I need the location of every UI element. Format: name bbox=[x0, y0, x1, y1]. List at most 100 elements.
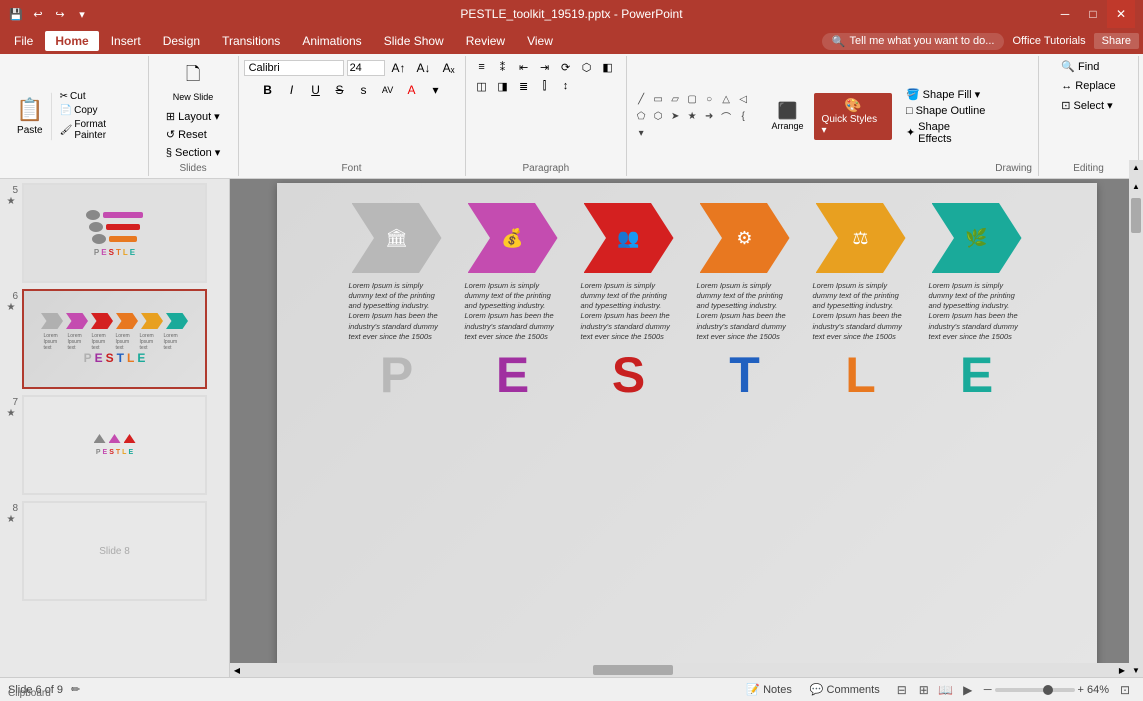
char-spacing-button[interactable]: AV bbox=[377, 80, 399, 100]
canvas-scroll-track[interactable] bbox=[1129, 193, 1143, 663]
zoom-out-button[interactable]: ─ bbox=[984, 684, 992, 696]
increase-indent-button[interactable]: ⇥ bbox=[535, 58, 555, 76]
align-left-button[interactable]: ◧ bbox=[598, 58, 618, 76]
menu-view[interactable]: View bbox=[517, 31, 563, 51]
canvas-hscrollbar[interactable]: ◀ ▶ bbox=[230, 663, 1129, 677]
bold-button[interactable]: B bbox=[257, 80, 279, 100]
canvas-hscroll-track[interactable] bbox=[246, 665, 1113, 675]
canvas-scrollbar[interactable]: ▲ ▼ bbox=[1129, 179, 1143, 677]
shape-arrow[interactable]: ➜ bbox=[701, 108, 717, 124]
zoom-slider[interactable] bbox=[995, 688, 1075, 692]
shape-more[interactable]: ▾ bbox=[633, 125, 649, 141]
slide-sorter-button[interactable]: ⊞ bbox=[914, 681, 934, 699]
quick-styles-button[interactable]: 🎨 Quick Styles ▾ bbox=[814, 93, 892, 140]
canvas-scroll-down[interactable]: ▼ bbox=[1129, 663, 1143, 677]
shape-rect2[interactable]: ▱ bbox=[667, 91, 683, 107]
slide-image-7[interactable]: P E S T L E bbox=[22, 395, 207, 495]
shape-outline-button[interactable]: □ Shape Outline bbox=[900, 104, 991, 118]
find-button[interactable]: 🔍 Find bbox=[1055, 58, 1121, 75]
numbering-button[interactable]: ⁑ bbox=[493, 58, 513, 76]
slide-canvas[interactable]: 🏛 Lorem Ipsum is simply dummy text of th… bbox=[277, 183, 1097, 673]
customize-icon[interactable]: ▾ bbox=[74, 6, 90, 22]
slide-image-5[interactable]: P E S T L E bbox=[22, 183, 207, 283]
menu-transitions[interactable]: Transitions bbox=[212, 31, 290, 51]
cols-button[interactable]: ⫿ bbox=[535, 77, 555, 95]
canvas-hscroll-left[interactable]: ◀ bbox=[230, 663, 244, 677]
shape-rtriangle[interactable]: ◁ bbox=[735, 91, 751, 107]
layout-button[interactable]: ⊞ Layout ▾ bbox=[161, 108, 225, 125]
bullets-button[interactable]: ≡ bbox=[472, 58, 492, 76]
slide-panel-scroll[interactable]: 5 ★ bbox=[0, 179, 229, 677]
shape-triangle[interactable]: △ bbox=[718, 91, 734, 107]
italic-button[interactable]: I bbox=[281, 80, 303, 100]
slide-thumb-8[interactable]: 8 ★ Slide 8 bbox=[4, 501, 225, 601]
menu-animations[interactable]: Animations bbox=[292, 31, 371, 51]
shape-curved[interactable]: ⌒ bbox=[718, 108, 734, 124]
maximize-button[interactable]: □ bbox=[1079, 0, 1107, 28]
share-button[interactable]: Share bbox=[1094, 33, 1139, 49]
shape-star[interactable]: ★ bbox=[684, 108, 700, 124]
align-right-button[interactable]: ◨ bbox=[493, 77, 513, 95]
cut-button[interactable]: ✂ Cut bbox=[56, 90, 144, 103]
section-button[interactable]: § Section ▾ bbox=[161, 144, 225, 161]
paste-button[interactable]: 📋 Paste bbox=[8, 92, 52, 141]
shape-line[interactable]: ╱ bbox=[633, 91, 649, 107]
shape-effects-button[interactable]: ✦ Shape Effects bbox=[900, 120, 991, 146]
center-button[interactable]: ◫ bbox=[472, 77, 492, 95]
slideshow-button[interactable]: ▶ bbox=[958, 681, 978, 699]
shape-pentagon[interactable]: ⬠ bbox=[633, 108, 649, 124]
zoom-thumb[interactable] bbox=[1043, 685, 1053, 695]
line-spacing-button[interactable]: ↕ bbox=[556, 77, 576, 95]
slide-thumb-6[interactable]: 6 ★ Lorem Ipsum te bbox=[4, 289, 225, 389]
reading-view-button[interactable]: 📖 bbox=[936, 681, 956, 699]
select-button[interactable]: ⊡ Select ▾ bbox=[1055, 97, 1121, 114]
font-name-input[interactable] bbox=[244, 60, 344, 76]
zoom-in-button[interactable]: + bbox=[1078, 684, 1084, 696]
clear-format-button[interactable]: Aₓ bbox=[438, 58, 460, 78]
shape-circle[interactable]: ○ bbox=[701, 91, 717, 107]
undo-icon[interactable]: ↩ bbox=[30, 6, 46, 22]
close-button[interactable]: ✕ bbox=[1107, 0, 1135, 28]
text-direction-button[interactable]: ⟳ bbox=[556, 58, 576, 76]
shape-chevron[interactable]: ➤ bbox=[667, 108, 683, 124]
notes-button[interactable]: 📝 Notes bbox=[740, 682, 797, 697]
comments-button[interactable]: 💬 Comments bbox=[804, 682, 886, 697]
copy-button[interactable]: 📄 Copy bbox=[56, 104, 144, 117]
strikethrough-button[interactable]: S bbox=[329, 80, 351, 100]
slide-thumb-7[interactable]: 7 ★ P E S T bbox=[4, 395, 225, 495]
underline-button[interactable]: U bbox=[305, 80, 327, 100]
redo-icon[interactable]: ↪ bbox=[52, 6, 68, 22]
format-painter-button[interactable]: 🖌 Format Painter bbox=[56, 118, 144, 142]
menu-design[interactable]: Design bbox=[153, 31, 210, 51]
new-slide-button[interactable]: 🗋 New Slide bbox=[168, 58, 219, 106]
decrease-font-button[interactable]: A↓ bbox=[413, 58, 435, 78]
canvas-hscroll-right[interactable]: ▶ bbox=[1115, 663, 1129, 677]
font-color-dropdown[interactable]: ▾ bbox=[425, 80, 447, 100]
canvas-scroll-up[interactable]: ▲ bbox=[1129, 179, 1143, 193]
reset-button[interactable]: ↺ Reset bbox=[161, 126, 225, 143]
save-icon[interactable]: 💾 bbox=[8, 6, 24, 22]
justify-button[interactable]: ≣ bbox=[514, 77, 534, 95]
menu-file[interactable]: File bbox=[4, 31, 43, 51]
slide-image-6[interactable]: Lorem Ipsum text Lorem Ipsum text Lorem … bbox=[22, 289, 207, 389]
menu-slideshow[interactable]: Slide Show bbox=[374, 31, 454, 51]
canvas-hscroll-thumb[interactable] bbox=[593, 665, 673, 675]
replace-button[interactable]: ↔ Replace bbox=[1055, 78, 1121, 94]
shape-round-rect[interactable]: ▢ bbox=[684, 91, 700, 107]
increase-font-button[interactable]: A↑ bbox=[388, 58, 410, 78]
tell-me-input[interactable]: 🔍 Tell me what you want to do... bbox=[822, 33, 1005, 50]
convert-smartart-button[interactable]: ⬡ bbox=[577, 58, 597, 76]
minimize-button[interactable]: ─ bbox=[1051, 0, 1079, 28]
shape-bracket[interactable]: { bbox=[735, 108, 751, 124]
font-color-button[interactable]: A bbox=[401, 80, 423, 100]
menu-home[interactable]: Home bbox=[45, 31, 98, 51]
slide-image-8[interactable]: Slide 8 bbox=[22, 501, 207, 601]
shape-rect[interactable]: ▭ bbox=[650, 91, 666, 107]
shape-fill-button[interactable]: 🪣 Shape Fill ▾ bbox=[900, 87, 991, 102]
menu-insert[interactable]: Insert bbox=[101, 31, 151, 51]
menu-review[interactable]: Review bbox=[456, 31, 515, 51]
canvas-scroll-thumb[interactable] bbox=[1131, 198, 1141, 233]
shadow-button[interactable]: s bbox=[353, 80, 375, 100]
font-size-input[interactable] bbox=[347, 60, 385, 76]
normal-view-button[interactable]: ⊟ bbox=[892, 681, 912, 699]
